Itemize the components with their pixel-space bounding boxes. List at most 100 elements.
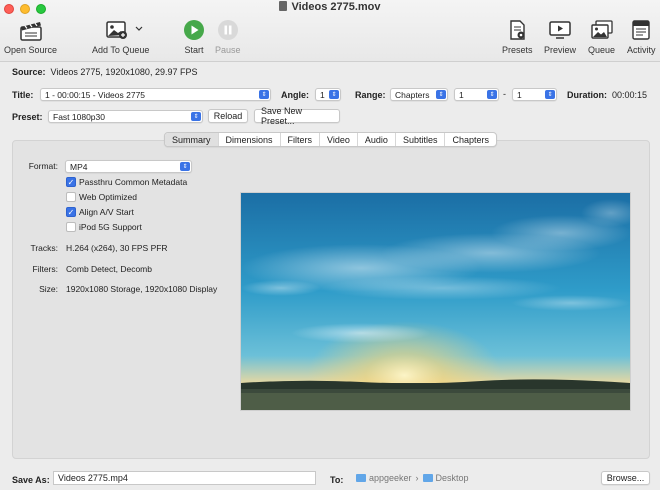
range-type-select[interactable]: Chapters ⇕ xyxy=(390,88,448,101)
browse-label: Browse... xyxy=(606,473,645,483)
save-as-row: Save As: xyxy=(12,473,50,487)
path-chevron-icon: › xyxy=(415,473,419,483)
document-icon xyxy=(279,1,288,11)
source-label: Source: xyxy=(12,67,46,77)
web-optimized-checkbox[interactable]: Web Optimized xyxy=(66,192,137,202)
presets-label: Presets xyxy=(502,45,533,55)
preset-label: Preset: xyxy=(12,111,43,122)
checkbox-empty-icon xyxy=(66,192,76,202)
open-source-label: Open Source xyxy=(4,45,58,55)
select-arrows-icon: ⇕ xyxy=(329,90,339,99)
tab-chapters-label: Chapters xyxy=(452,134,489,145)
duration-label: Duration: xyxy=(567,89,607,100)
destination-row: To: xyxy=(330,473,343,487)
destination-path[interactable]: appgeeker › Desktop xyxy=(356,473,469,483)
path-segment-desktop: Desktop xyxy=(435,473,469,483)
tab-video-label: Video xyxy=(327,134,350,145)
preset-select-value: Fast 1080p30 xyxy=(53,111,105,122)
start-label: Start xyxy=(184,45,204,55)
reload-label: Reload xyxy=(213,111,243,121)
align-av-start-checkbox[interactable]: ✓ Align A/V Start xyxy=(66,207,134,217)
save-as-value: Videos 2775.mp4 xyxy=(58,473,128,483)
passthru-metadata-label: Passthru Common Metadata xyxy=(79,177,188,187)
format-select-value: MP4 xyxy=(70,161,88,172)
presets-icon xyxy=(506,18,528,42)
range-end-value: 1 xyxy=(517,89,522,100)
pause-icon xyxy=(217,18,239,42)
select-arrows-icon: ⇕ xyxy=(545,90,555,99)
tab-dimensions-label: Dimensions xyxy=(225,134,273,145)
format-select[interactable]: MP4 ⇕ xyxy=(65,160,192,173)
angle-row: Angle: xyxy=(281,88,309,101)
title-row: Title: xyxy=(12,88,33,101)
filters-label: Filters: xyxy=(32,264,59,274)
to-label: To: xyxy=(330,475,344,485)
range-start-value: 1 xyxy=(459,89,464,100)
photos-stack-icon xyxy=(590,18,614,42)
save-as-input[interactable]: Videos 2775.mp4 xyxy=(53,471,316,485)
add-photo-icon xyxy=(99,18,143,42)
size-label: Size: xyxy=(39,284,58,294)
range-separator: - xyxy=(503,89,506,99)
checkbox-empty-icon xyxy=(66,222,76,232)
settings-tabs: Summary Dimensions Filters Video Audio S… xyxy=(164,132,497,147)
title-bar: Videos 2775.mov Open Source Add To Queue… xyxy=(0,0,660,62)
folder-icon xyxy=(422,474,433,482)
tab-summary-label: Summary xyxy=(172,134,211,145)
range-type-value: Chapters xyxy=(395,89,430,100)
tab-filters-label: Filters xyxy=(287,134,313,145)
preview-button[interactable]: Preview xyxy=(544,18,576,55)
range-end-select[interactable]: 1 ⇕ xyxy=(512,88,557,101)
queue-button[interactable]: Queue xyxy=(588,18,615,55)
start-button[interactable]: Start xyxy=(183,18,205,55)
add-to-queue-button[interactable]: Add To Queue xyxy=(92,18,149,55)
range-label: Range: xyxy=(355,89,386,100)
monitor-play-icon xyxy=(548,18,572,42)
duration-row: Duration: 00:00:15 xyxy=(567,88,647,101)
select-arrows-icon: ⇕ xyxy=(191,112,201,121)
tab-chapters[interactable]: Chapters xyxy=(445,133,496,146)
ipod-support-label: iPod 5G Support xyxy=(79,222,142,232)
preset-select[interactable]: Fast 1080p30 ⇕ xyxy=(48,110,203,123)
format-label: Format: xyxy=(28,161,58,171)
preset-row: Preset: xyxy=(12,110,43,123)
save-new-preset-button[interactable]: Save New Preset... xyxy=(254,106,340,126)
window-title: Videos 2775.mov xyxy=(0,1,660,13)
range-start-select[interactable]: 1 ⇕ xyxy=(454,88,499,101)
tracks-value: H.264 (x264), 30 FPS PFR xyxy=(66,243,168,253)
window-title-text: Videos 2775.mov xyxy=(291,1,381,13)
angle-label: Angle: xyxy=(281,89,309,100)
select-arrows-icon: ⇕ xyxy=(259,90,269,99)
duration-value: 00:00:15 xyxy=(612,89,648,100)
size-value: 1920x1080 Storage, 1920x1080 Display xyxy=(66,284,218,294)
range-row: Range: xyxy=(355,88,386,101)
tab-summary[interactable]: Summary xyxy=(165,133,219,146)
tab-audio-label: Audio xyxy=(364,134,388,145)
presets-button[interactable]: Presets xyxy=(502,18,533,55)
tab-audio[interactable]: Audio xyxy=(358,133,396,146)
title-select[interactable]: 1 - 00:00:15 - Videos 2775 ⇕ xyxy=(40,88,271,101)
select-arrows-icon: ⇕ xyxy=(487,90,497,99)
ipod-support-checkbox[interactable]: iPod 5G Support xyxy=(66,222,142,232)
passthru-metadata-checkbox[interactable]: ✓ Passthru Common Metadata xyxy=(66,177,187,187)
tab-subtitles-label: Subtitles xyxy=(402,134,438,145)
path-segment-appgeeker: appgeeker xyxy=(369,473,412,483)
activity-button[interactable]: Activity xyxy=(627,18,656,55)
video-preview-image[interactable] xyxy=(240,192,641,411)
reload-button[interactable]: Reload xyxy=(208,109,248,123)
tab-dimensions[interactable]: Dimensions xyxy=(219,133,281,146)
open-source-button[interactable]: Open Source xyxy=(4,18,57,55)
select-arrows-icon: ⇕ xyxy=(180,162,190,171)
activity-label: Activity xyxy=(627,45,656,55)
tab-subtitles[interactable]: Subtitles xyxy=(396,133,446,146)
browse-button[interactable]: Browse... xyxy=(601,471,650,485)
play-icon xyxy=(183,18,205,42)
angle-select-value: 1 xyxy=(320,89,325,100)
pause-button[interactable]: Pause xyxy=(215,18,241,55)
web-optimized-label: Web Optimized xyxy=(79,192,137,202)
tab-filters[interactable]: Filters xyxy=(281,133,321,146)
angle-select[interactable]: 1 ⇕ xyxy=(315,88,341,101)
align-av-start-label: Align A/V Start xyxy=(79,207,134,217)
tab-video[interactable]: Video xyxy=(320,133,358,146)
clapperboard-icon xyxy=(19,18,43,42)
